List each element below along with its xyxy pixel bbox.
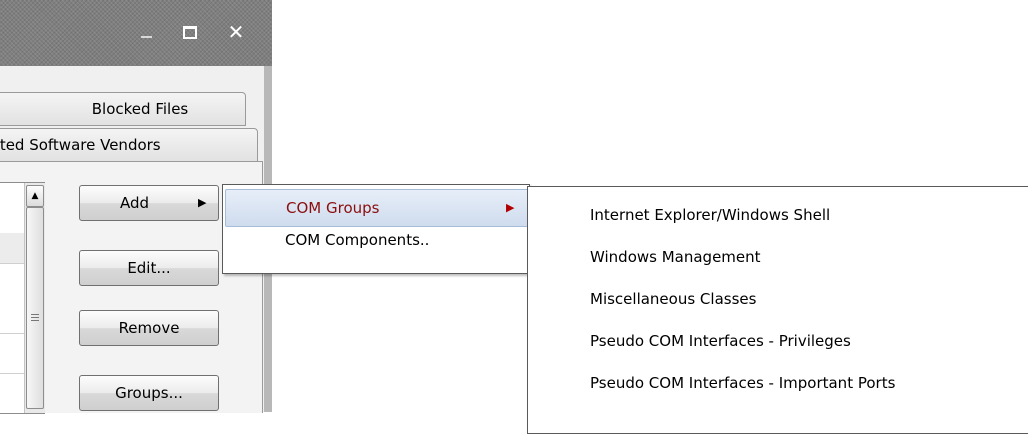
submenu-item-windows-management[interactable]: Windows Management (590, 237, 761, 277)
submenu-arrow-icon: ▶ (506, 201, 515, 214)
menu-item-com-components[interactable]: COM Components.. (225, 225, 527, 259)
vertical-scrollbar[interactable]: ▲ (24, 183, 45, 413)
remove-button[interactable]: Remove (79, 310, 219, 346)
menu-item-label: COM Components.. (285, 231, 430, 249)
edit-button[interactable]: Edit... (79, 250, 219, 286)
submenu-item-privileges[interactable]: Pseudo COM Interfaces - Privileges (590, 321, 851, 361)
menu-item-com-groups[interactable]: COM Groups ▶ (225, 189, 529, 227)
tab-label: sted Software Vendors (0, 136, 161, 154)
submenu-item-miscellaneous-classes[interactable]: Miscellaneous Classes (590, 279, 756, 319)
maximize-icon[interactable] (176, 18, 204, 46)
scroll-up-icon[interactable]: ▲ (26, 185, 44, 207)
submenu-item-internet-explorer[interactable]: Internet Explorer/Windows Shell (590, 195, 830, 235)
items-list[interactable]: ▲ (0, 182, 45, 414)
submenu-item-important-ports[interactable]: Pseudo COM Interfaces - Important Ports (590, 363, 895, 403)
tab-trusted-software-vendors[interactable]: sted Software Vendors (0, 128, 258, 162)
com-groups-submenu: Internet Explorer/Windows Shell Windows … (527, 186, 1028, 434)
list-row[interactable] (0, 333, 24, 334)
scroll-thumb[interactable] (26, 207, 44, 409)
submenu-arrow-icon: ▶ (198, 196, 207, 209)
close-icon[interactable]: ✕ (222, 18, 250, 46)
list-row[interactable] (0, 373, 24, 374)
groups-button[interactable]: Groups... (79, 375, 219, 411)
grip-icon (31, 314, 39, 323)
tab-label: Blocked Files (91, 100, 189, 118)
add-menu: COM Groups ▶ COM Components.. (222, 184, 530, 274)
add-button-label: Add (120, 194, 150, 212)
title-bar[interactable]: ✕ (0, 0, 272, 66)
add-button[interactable]: Add ▶ (79, 185, 219, 221)
minimize-icon[interactable] (132, 18, 160, 46)
list-header[interactable] (0, 233, 24, 264)
tab-blocked-files[interactable]: Blocked Files (0, 92, 246, 126)
menu-item-label: COM Groups (286, 199, 380, 217)
